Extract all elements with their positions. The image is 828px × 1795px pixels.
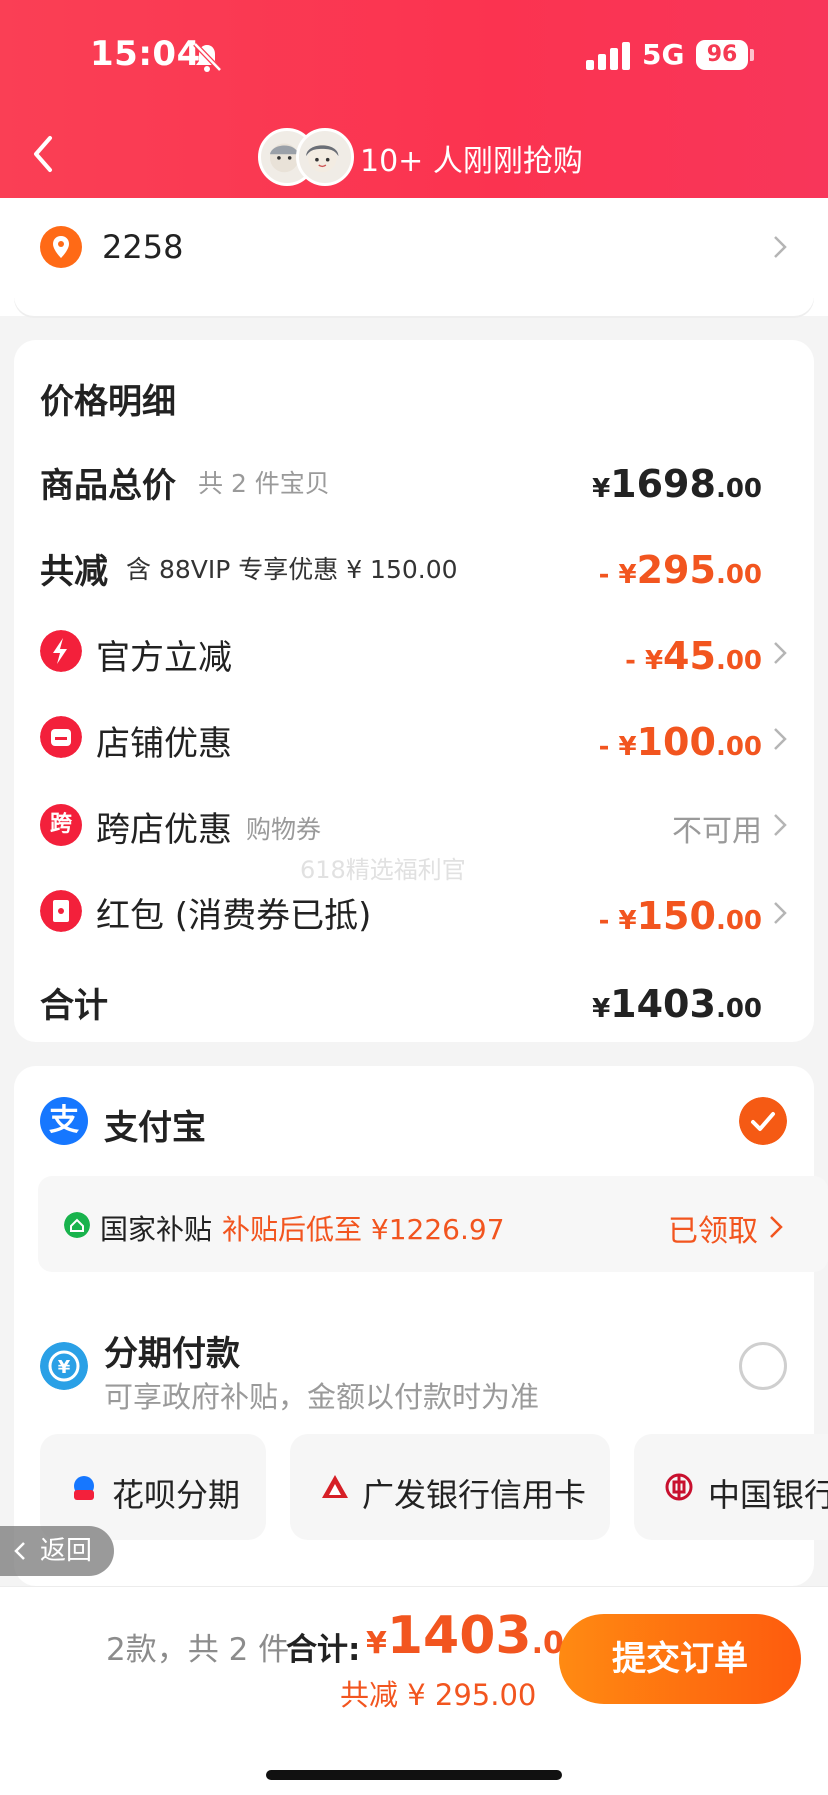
official-discount-label: 官方立减	[96, 638, 232, 678]
installment-label: 分期付款	[104, 1334, 240, 1374]
official-discount-amount: - ¥45.00	[625, 634, 762, 678]
floating-back-label: 返回	[40, 1536, 93, 1566]
battery-icon: 96	[696, 40, 748, 70]
subsidy-detail: 补贴后低至 ¥1226.97	[222, 1213, 505, 1246]
vip-discount-note: 含 88VIP 专享优惠 ¥ 150.00	[126, 555, 458, 584]
total-reduction-amount: - ¥295.00	[598, 548, 762, 592]
checkout-total-amount: ¥1403.00	[366, 1606, 585, 1666]
address-text: 2258	[102, 228, 184, 266]
installment-icon: ¥	[40, 1342, 88, 1390]
alipay-icon: 支	[40, 1097, 88, 1145]
goods-total-label: 商品总价	[40, 466, 176, 506]
cross-shop-label: 跨店优惠	[96, 810, 232, 850]
chevron-right-icon	[774, 236, 787, 258]
subsidy-status[interactable]: 已领取	[668, 1206, 758, 1250]
red-packet-label: 红包 (消费券已抵)	[96, 896, 372, 936]
radio-unselected-icon[interactable]	[739, 1342, 787, 1390]
status-time: 15:04	[90, 34, 201, 74]
home-indicator	[266, 1770, 562, 1780]
total-reduction-label: 共减	[40, 552, 108, 592]
boc-bank-icon	[665, 1473, 693, 1501]
signal-icon	[586, 42, 630, 70]
cross-shop-sub: 购物券	[246, 815, 322, 844]
subsidy-icon	[64, 1212, 90, 1238]
cross-shop-icon: 跨	[40, 804, 82, 846]
location-pin-icon	[40, 226, 82, 268]
chevron-right-icon	[774, 728, 787, 750]
header-title: 10+ 人刚刚抢购	[360, 144, 583, 179]
item-count: 2款，共 2 件	[106, 1632, 290, 1668]
battery-tip	[750, 49, 754, 61]
avatar	[296, 128, 354, 186]
chevron-right-icon	[774, 642, 787, 664]
huabei-icon	[74, 1476, 94, 1500]
cgb-bank-icon	[322, 1475, 348, 1498]
watermark-text: 618精选福利官	[300, 856, 466, 884]
sum-label: 合计	[40, 986, 108, 1026]
address-card-edge	[14, 296, 814, 316]
network-label: 5G	[642, 38, 685, 71]
goods-total-count: 共 2 件宝贝	[198, 469, 330, 498]
cgb-card-label: 广发银行信用卡	[362, 1476, 587, 1514]
installment-sub: 可享政府补贴，金额以付款时为准	[104, 1380, 540, 1414]
check-selected-icon[interactable]	[739, 1097, 787, 1145]
chevron-right-icon	[774, 814, 787, 836]
header: 15:04 5G 96 10+ 人刚刚抢购	[0, 0, 828, 198]
shop-icon	[40, 716, 82, 758]
goods-total-amount: ¥1698.00	[592, 462, 762, 506]
submit-order-button[interactable]: 提交订单	[559, 1614, 801, 1704]
red-packet-icon	[40, 890, 82, 932]
alipay-label: 支付宝	[104, 1108, 206, 1148]
boc-label-clip: 中国银行	[708, 1470, 828, 1514]
checkout-discount: 共减 ¥ 295.00	[340, 1678, 537, 1712]
lightning-icon	[40, 630, 82, 672]
cross-shop-status: 不可用	[672, 814, 762, 849]
checkout-total-label: 合计:	[286, 1632, 361, 1668]
subsidy-label: 国家补贴	[100, 1213, 213, 1246]
chevron-right-icon	[770, 1216, 783, 1238]
shop-discount-label: 店铺优惠	[96, 724, 232, 764]
red-packet-amount: - ¥150.00	[598, 894, 762, 938]
svg-text:¥: ¥	[58, 1357, 71, 1378]
price-detail-title: 价格明细	[40, 382, 176, 422]
sum-amount: ¥1403.00	[592, 982, 762, 1026]
huabei-label: 花呗分期	[112, 1476, 241, 1514]
boc-label: 中国银行	[708, 1476, 828, 1514]
bell-muted-icon	[193, 42, 222, 72]
shop-discount-amount: - ¥100.00	[598, 720, 762, 764]
chevron-left-icon	[14, 1542, 25, 1560]
chevron-right-icon	[774, 902, 787, 924]
back-arrow-icon[interactable]	[28, 132, 58, 176]
